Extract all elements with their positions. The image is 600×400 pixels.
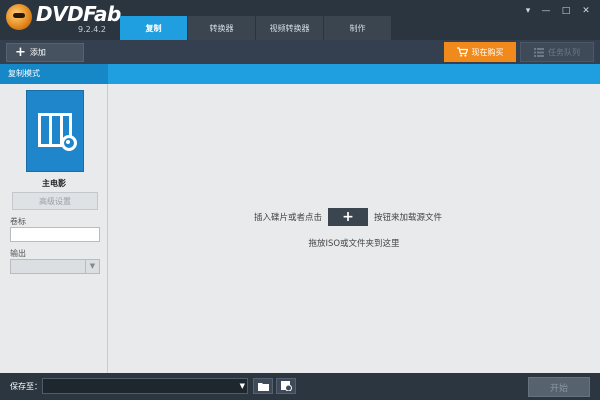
tab-video-converter[interactable]: 视频转换器 (256, 16, 324, 40)
buy-now-button[interactable]: 现在购买 (444, 42, 516, 62)
save-iso-button[interactable] (276, 378, 296, 394)
volume-field[interactable] (10, 227, 100, 242)
task-queue-button[interactable]: 任务队列 (520, 42, 594, 62)
tab-ripper[interactable]: 转换器 (188, 16, 256, 40)
drag-hint: 拖放ISO或文件夹到这里 (308, 239, 400, 249)
output-select[interactable]: ▼ (10, 259, 100, 274)
add-source-button[interactable]: + (328, 208, 369, 226)
task-queue-label: 任务队列 (548, 47, 580, 57)
disc-icon (280, 381, 292, 391)
add-button-label: 添加 (29, 48, 46, 57)
mode-name: 主电影 (42, 179, 66, 188)
app-version: 9.2.4.2 (78, 25, 106, 34)
tab-copy[interactable]: 复制 (120, 16, 188, 40)
main-movie-mode-tile[interactable] (26, 90, 84, 172)
save-to-label: 保存至： (10, 382, 42, 391)
start-button[interactable]: 开始 (528, 377, 590, 397)
plus-icon: + (15, 44, 26, 60)
main-tabs: 复制 转换器 视频转换器 制作 (120, 16, 392, 40)
advanced-settings-button[interactable]: 高级设置 (12, 192, 98, 210)
list-icon (534, 47, 544, 57)
disc-badge-icon (61, 135, 77, 151)
source-drop-area[interactable]: 插入碟片或者点击 + 按钮来加载源文件 拖放ISO或文件夹到这里 (108, 84, 600, 373)
tab-creator[interactable]: 制作 (324, 16, 392, 40)
output-label: 输出 (10, 249, 26, 258)
save-path-select[interactable]: ▼ (42, 378, 248, 394)
app-name: DVDFab (36, 2, 121, 26)
minimize-icon[interactable]: — (540, 6, 552, 16)
cart-icon (456, 47, 468, 57)
menu-dropdown-icon[interactable]: ▾ (522, 6, 534, 16)
mode-strip: 复制模式 (0, 64, 600, 84)
bottom-bar: 保存至： ▼ 开始 (0, 373, 600, 400)
title-bar: DVDFab 9.2.4.2 复制 转换器 视频转换器 制作 ▾ — □ ✕ (0, 0, 600, 40)
maximize-icon[interactable]: □ (560, 6, 572, 16)
load-hint-before: 插入碟片或者点击 (254, 213, 323, 223)
close-icon[interactable]: ✕ (580, 6, 592, 16)
dvdfab-logo-icon (6, 4, 32, 30)
toolbar: + 添加 现在购买 任务队列 (0, 40, 600, 64)
copy-mode-label: 复制模式 (0, 64, 108, 84)
chevron-down-icon: ▼ (85, 260, 99, 273)
buy-now-label: 现在购买 (471, 47, 504, 57)
load-hint-after: 按钮来加载源文件 (374, 213, 443, 223)
left-panel: 主电影 高级设置 卷标 输出 ▼ (0, 84, 108, 373)
folder-icon (257, 382, 269, 391)
add-button[interactable]: + 添加 (6, 43, 84, 62)
chevron-down-icon: ▼ (239, 382, 245, 390)
browse-folder-button[interactable] (253, 378, 273, 394)
load-hint: 插入碟片或者点击 + 按钮来加载源文件 (254, 208, 442, 226)
volume-label: 卷标 (10, 217, 26, 226)
